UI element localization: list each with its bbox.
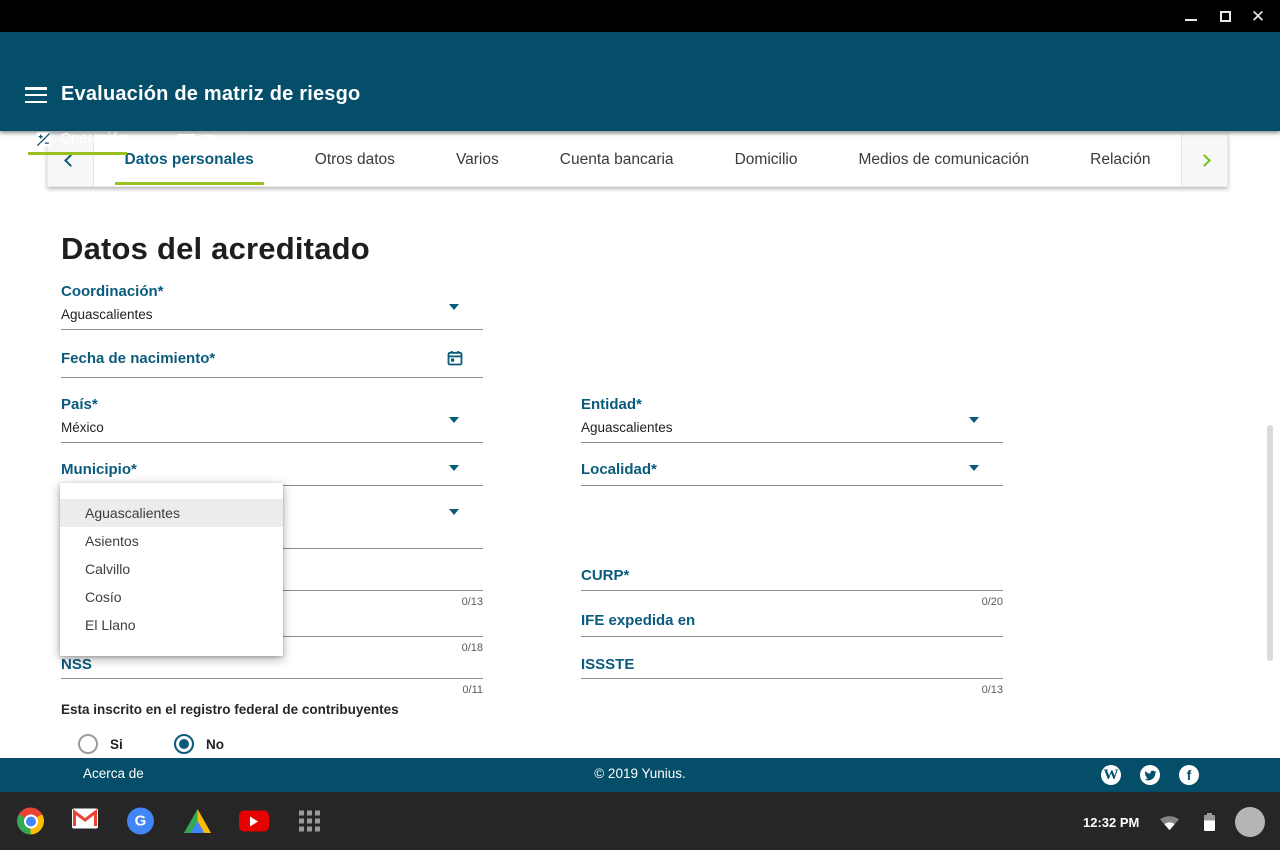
app-title: Evaluación de matriz de riesgo	[61, 83, 361, 105]
drive-icon[interactable]	[184, 809, 211, 833]
window-minimize-button[interactable]	[1176, 0, 1206, 32]
clock[interactable]: 12:32 PM	[1083, 815, 1139, 830]
footer: Acerca de © 2019 Yunius.	[0, 758, 1280, 792]
char-counter: 0/11	[462, 684, 483, 696]
exposure-icon	[36, 131, 51, 147]
tab-relacion[interactable]: Relación	[1080, 134, 1160, 186]
field-value: Aguascalientes	[61, 307, 153, 322]
menu-item-asientos[interactable]: Asientos	[60, 527, 283, 555]
dropdown-caret-icon[interactable]	[449, 304, 459, 310]
field-label: Coordinación*	[61, 283, 164, 300]
scrollbar[interactable]	[1267, 425, 1273, 661]
field-label: Localidad*	[581, 461, 657, 478]
dropdown-caret-icon[interactable]	[449, 417, 459, 423]
nav-item-reportes[interactable]: Reportes	[178, 126, 268, 155]
char-counter: 0/13	[981, 684, 1003, 696]
radio-label: No	[206, 736, 224, 752]
menu-item-el-llano[interactable]: El Llano	[60, 611, 283, 639]
tab-cuenta-bancaria[interactable]: Cuenta bancaria	[550, 134, 684, 186]
dropdown-caret-icon[interactable]	[449, 509, 459, 515]
google-icon[interactable]: G	[127, 807, 154, 835]
minimize-icon	[1185, 19, 1197, 21]
radio-selected-icon	[174, 734, 194, 754]
radio-label: Si	[110, 736, 123, 752]
field-issste[interactable]: ISSSTE 0/13	[581, 656, 1003, 696]
nav-label: Reportes	[204, 132, 263, 149]
list-icon	[178, 134, 195, 147]
field-entidad[interactable]: Entidad* Aguascalientes	[581, 396, 1003, 443]
radio-unselected-icon	[78, 734, 98, 754]
radio-no[interactable]: No	[174, 734, 224, 754]
field-label: Entidad*	[581, 396, 642, 413]
radio-si[interactable]: Si	[78, 734, 123, 754]
field-localidad[interactable]: Localidad*	[581, 461, 1003, 486]
apps-grid-icon[interactable]	[299, 810, 320, 832]
maximize-icon	[1219, 10, 1231, 22]
tab-varios[interactable]: Varios	[446, 134, 509, 186]
nav-item-operacion[interactable]: Operación	[28, 126, 127, 155]
menu-icon[interactable]	[25, 87, 47, 104]
app-header: Evaluación de matriz de riesgo Operación…	[0, 32, 1280, 155]
calendar-icon[interactable]	[447, 350, 463, 371]
municipio-dropdown-menu: Aguascalientes Asientos Calvillo Cosío E…	[60, 483, 283, 656]
field-label: IFE expedida en	[581, 612, 696, 629]
field-label: País*	[61, 396, 98, 413]
field-pais[interactable]: País* México	[61, 396, 483, 443]
dropdown-caret-icon[interactable]	[449, 465, 459, 471]
field-curp[interactable]: CURP* 0/20	[581, 567, 1003, 608]
field-label: ISSSTE	[581, 656, 635, 673]
wifi-icon[interactable]	[1159, 813, 1180, 836]
dropdown-caret-icon[interactable]	[969, 417, 979, 423]
youtube-icon[interactable]	[239, 810, 269, 832]
footer-about-link[interactable]: Acerca de	[83, 766, 144, 781]
twitter-icon[interactable]	[1140, 765, 1160, 785]
gmail-icon[interactable]	[72, 808, 98, 834]
char-counter: 0/18	[461, 642, 483, 654]
field-value: Aguascalientes	[581, 420, 673, 435]
chrome-icon[interactable]	[17, 807, 44, 835]
close-icon: ✕	[1250, 6, 1266, 26]
tab-medios-comunicacion[interactable]: Medios de comunicación	[849, 134, 1040, 186]
facebook-icon[interactable]: f	[1179, 765, 1199, 785]
nav-label: Operación	[60, 131, 127, 147]
char-counter: 0/20	[981, 596, 1003, 608]
field-fecha-nacimiento[interactable]: Fecha de nacimiento*	[61, 350, 483, 378]
window-close-button[interactable]: ✕	[1243, 0, 1273, 32]
field-nss[interactable]: NSS 0/11	[61, 656, 483, 696]
field-ife-expedida[interactable]: IFE expedida en	[581, 612, 1003, 637]
wordpress-icon[interactable]: W	[1101, 765, 1121, 785]
battery-icon[interactable]	[1204, 813, 1215, 831]
field-value: México	[61, 420, 104, 435]
tabs-scroll-right-button[interactable]	[1181, 134, 1227, 186]
tab-domicilio[interactable]: Domicilio	[725, 134, 808, 186]
chevron-left-icon	[64, 153, 77, 167]
rfc-question-label: Esta inscrito en el registro federal de …	[61, 702, 399, 717]
field-label: Fecha de nacimiento*	[61, 350, 216, 367]
page-title: Datos del acreditado	[61, 231, 370, 266]
field-label: CURP*	[581, 567, 630, 584]
window-titlebar: ✕	[0, 0, 1280, 32]
screen: ✕ Evaluación de matriz de riesgo Operaci…	[0, 0, 1280, 850]
field-label: Municipio*	[61, 461, 137, 478]
window-maximize-button[interactable]	[1210, 0, 1240, 32]
field-label: NSS	[61, 656, 92, 673]
footer-copyright: © 2019 Yunius.	[594, 766, 686, 781]
menu-item-calvillo[interactable]: Calvillo	[60, 555, 283, 583]
dropdown-caret-icon[interactable]	[969, 465, 979, 471]
chevron-right-icon	[1198, 153, 1211, 167]
field-coordinacion[interactable]: Coordinación* Aguascalientes	[61, 283, 483, 330]
account-avatar[interactable]	[1235, 807, 1265, 837]
tab-otros-datos[interactable]: Otros datos	[305, 134, 405, 186]
menu-item-cosio[interactable]: Cosío	[60, 583, 283, 611]
menu-item-aguascalientes[interactable]: Aguascalientes	[60, 499, 283, 527]
